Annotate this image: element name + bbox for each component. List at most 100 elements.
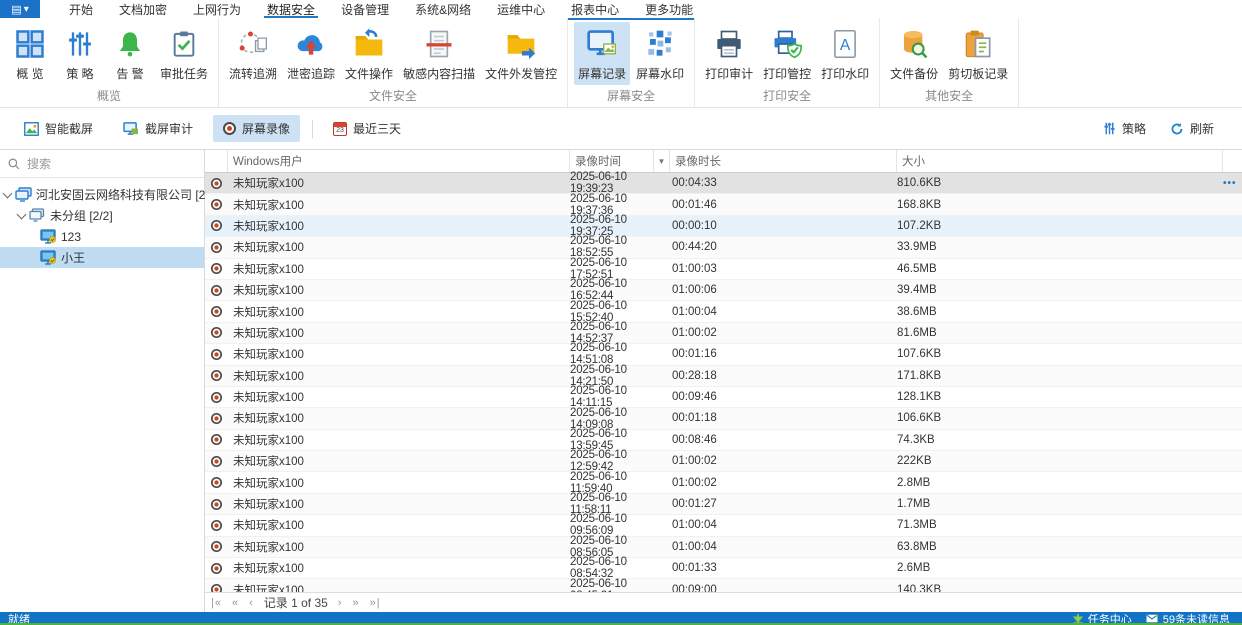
- tree-node-terminal-xiaowang[interactable]: 小王: [0, 247, 204, 268]
- screen-record-button[interactable]: 屏幕记录: [574, 22, 631, 85]
- header-record-time[interactable]: 录像时间 ▼: [570, 150, 670, 172]
- menu-item-doc-encrypt[interactable]: 文档加密: [106, 0, 180, 18]
- tree-node-ungrouped[interactable]: 未分组 [2/2]: [0, 205, 204, 226]
- record-icon: [210, 584, 223, 592]
- ribbon-group-other-security: 文件备份 剪切板记录 其他安全: [880, 18, 1020, 107]
- cell-windows-user: 未知玩家x100: [233, 178, 304, 191]
- file-backup-button[interactable]: 文件备份: [886, 22, 942, 85]
- menu-item-ops-center[interactable]: 运维中心: [484, 0, 558, 18]
- print-audit-button[interactable]: 打印审计: [701, 22, 757, 85]
- cell-record-time: 2025-06-10 16:52:44: [570, 278, 627, 303]
- alert-button[interactable]: 告 警: [106, 22, 154, 85]
- cell-size: 1.7MB: [897, 498, 931, 511]
- image-icon: [24, 121, 39, 136]
- menu-item-system-network[interactable]: 系统&网络: [402, 0, 484, 18]
- policy-button[interactable]: 策 略: [56, 22, 104, 85]
- cell-record-time: 2025-06-10 08:45:21: [570, 577, 627, 592]
- cell-windows-user: 未知玩家x100: [233, 327, 304, 340]
- policy-toolbar-button[interactable]: 策略: [1093, 115, 1156, 142]
- bell-icon: [112, 26, 148, 62]
- table-row[interactable]: 未知玩家x100 2025-06-10 13:59:45 00:08:46 74…: [205, 428, 1242, 452]
- menu-item-web-behavior[interactable]: 上网行为: [180, 0, 254, 18]
- cell-icon: [205, 241, 228, 254]
- cell-duration: 00:01:46: [672, 198, 717, 211]
- table-row[interactable]: 未知玩家x100 2025-06-10 19:37:36 00:01:46 16…: [205, 193, 1242, 217]
- screen-watermark-button[interactable]: 屏幕水印: [632, 22, 688, 85]
- app-logo-icon: ▤: [11, 3, 22, 16]
- table-row[interactable]: 未知玩家x100 2025-06-10 09:56:09 01:00:04 71…: [205, 513, 1242, 537]
- next-page-button[interactable]: ›: [338, 597, 343, 609]
- file-outgoing-button[interactable]: 文件外发管控: [481, 22, 561, 85]
- approval-tasks-button[interactable]: 审批任务: [156, 22, 212, 85]
- cell-record-time: 2025-06-10 08:56:05: [570, 534, 627, 559]
- smart-capture-button[interactable]: 智能截屏: [14, 115, 103, 142]
- table-row[interactable]: 未知玩家x100 2025-06-10 14:11:15 00:09:46 12…: [205, 385, 1242, 409]
- recordings-table: Windows用户 录像时间 ▼ 录像时长 大小 未知玩家x100 2025-0…: [205, 150, 1242, 592]
- header-windows-user[interactable]: Windows用户: [228, 150, 570, 172]
- record-icon: [210, 306, 223, 318]
- menu-item-data-security[interactable]: 数据安全: [254, 0, 328, 18]
- sensitive-scan-button[interactable]: 敏感内容扫描: [399, 22, 479, 85]
- prev-fast-button[interactable]: «: [232, 597, 239, 609]
- ribbon-group-overview: 概 览 策 略 告 警 审批任务 概览: [0, 18, 220, 107]
- leak-track-button[interactable]: 泄密追踪: [283, 22, 339, 85]
- tree-node-terminal-123[interactable]: 123: [0, 226, 204, 247]
- last-page-button[interactable]: »|: [370, 597, 381, 609]
- record-icon: [210, 241, 223, 253]
- menu-item-start[interactable]: 开始: [56, 0, 106, 18]
- cell-icon: [205, 540, 228, 553]
- clipboard-record-button[interactable]: 剪切板记录: [944, 22, 1012, 85]
- print-watermark-button[interactable]: A 打印水印: [817, 22, 873, 85]
- tree-node-company[interactable]: 河北安固云网络科技有限公司 [2/2]: [0, 184, 219, 205]
- sort-dropdown-icon[interactable]: ▼: [653, 150, 669, 172]
- table-row[interactable]: 未知玩家x100 2025-06-10 14:09:08 00:01:18 10…: [205, 407, 1242, 431]
- table-row[interactable]: 未知玩家x100 2025-06-10 11:59:40 01:00:02 2.…: [205, 471, 1242, 495]
- table-row[interactable]: 未知玩家x100 2025-06-10 08:54:32 00:01:33 2.…: [205, 556, 1242, 580]
- app-menu-button[interactable]: ▤ ▾: [0, 0, 40, 18]
- menu-item-more[interactable]: 更多功能: [632, 0, 706, 18]
- flow-trace-button[interactable]: 流转追溯: [225, 22, 281, 85]
- search-placeholder: 搜索: [27, 157, 52, 171]
- recent-three-days-button[interactable]: 23 最近三天: [323, 115, 411, 142]
- header-size[interactable]: 大小: [897, 150, 1223, 172]
- next-fast-button[interactable]: »: [353, 597, 360, 609]
- table-row[interactable]: 未知玩家x100 2025-06-10 08:45:21 00:09:00 14…: [205, 577, 1242, 592]
- table-row[interactable]: 未知玩家x100 2025-06-10 15:52:40 01:00:04 38…: [205, 300, 1242, 324]
- table-row[interactable]: 未知玩家x100 2025-06-10 16:52:44 01:00:06 39…: [205, 278, 1242, 303]
- ribbon-group-print-security: 打印审计 打印管控 A 打印水印 打印安全: [695, 18, 881, 107]
- table-row[interactable]: 未知玩家x100 2025-06-10 17:52:51 01:00:03 46…: [205, 257, 1242, 281]
- print-control-button[interactable]: 打印管控: [759, 22, 815, 85]
- cell-size: 810.6KB: [897, 177, 942, 190]
- circular-trace-icon: [235, 26, 271, 62]
- table-row[interactable]: 未知玩家x100 2025-06-10 19:37:25 00:00:10 10…: [205, 214, 1242, 238]
- row-actions-menu[interactable]: •••: [1223, 178, 1241, 189]
- document-a-icon: A: [827, 26, 863, 62]
- menu-item-report-center[interactable]: 报表中心: [558, 0, 632, 18]
- table-row[interactable]: 未知玩家x100 2025-06-10 12:59:42 01:00:02 22…: [205, 449, 1242, 473]
- menu-item-device-mgmt[interactable]: 设备管理: [328, 0, 402, 18]
- document-scan-icon: [421, 26, 457, 62]
- screen-video-button[interactable]: 屏幕录像: [213, 115, 301, 142]
- task-center-button[interactable]: 任务中心: [1072, 611, 1132, 625]
- first-page-button[interactable]: |«: [211, 597, 222, 609]
- table-row[interactable]: 未知玩家x100 2025-06-10 08:56:05 01:00:04 63…: [205, 534, 1242, 559]
- table-row[interactable]: 未知玩家x100 2025-06-10 11:58:11 00:01:27 1.…: [205, 492, 1242, 516]
- table-row[interactable]: 未知玩家x100 2025-06-10 19:39:23 00:04:33 81…: [205, 171, 1242, 195]
- cell-size: 46.5MB: [897, 262, 937, 275]
- unread-messages-button[interactable]: 59条未读信息: [1146, 611, 1230, 625]
- table-row[interactable]: 未知玩家x100 2025-06-10 14:51:08 00:01:16 10…: [205, 342, 1242, 366]
- cell-size: 2.6MB: [897, 562, 931, 575]
- refresh-button[interactable]: 刷新: [1160, 115, 1224, 142]
- table-row[interactable]: 未知玩家x100 2025-06-10 14:52:37 01:00:02 81…: [205, 321, 1242, 345]
- record-icon: [210, 327, 223, 339]
- cell-icon: [205, 583, 228, 592]
- table-row[interactable]: 未知玩家x100 2025-06-10 18:52:55 00:44:20 33…: [205, 235, 1242, 259]
- capture-audit-button[interactable]: 截屏审计: [113, 115, 203, 142]
- table-row[interactable]: 未知玩家x100 2025-06-10 14:21:50 00:28:18 17…: [205, 364, 1242, 388]
- chevron-down-icon: ▾: [23, 3, 29, 15]
- header-duration[interactable]: 录像时长: [670, 150, 897, 172]
- search-box[interactable]: 搜索: [0, 150, 204, 178]
- overview-button[interactable]: 概 览: [6, 22, 54, 85]
- prev-page-button[interactable]: ‹: [249, 597, 254, 609]
- file-ops-button[interactable]: 文件操作: [341, 22, 397, 85]
